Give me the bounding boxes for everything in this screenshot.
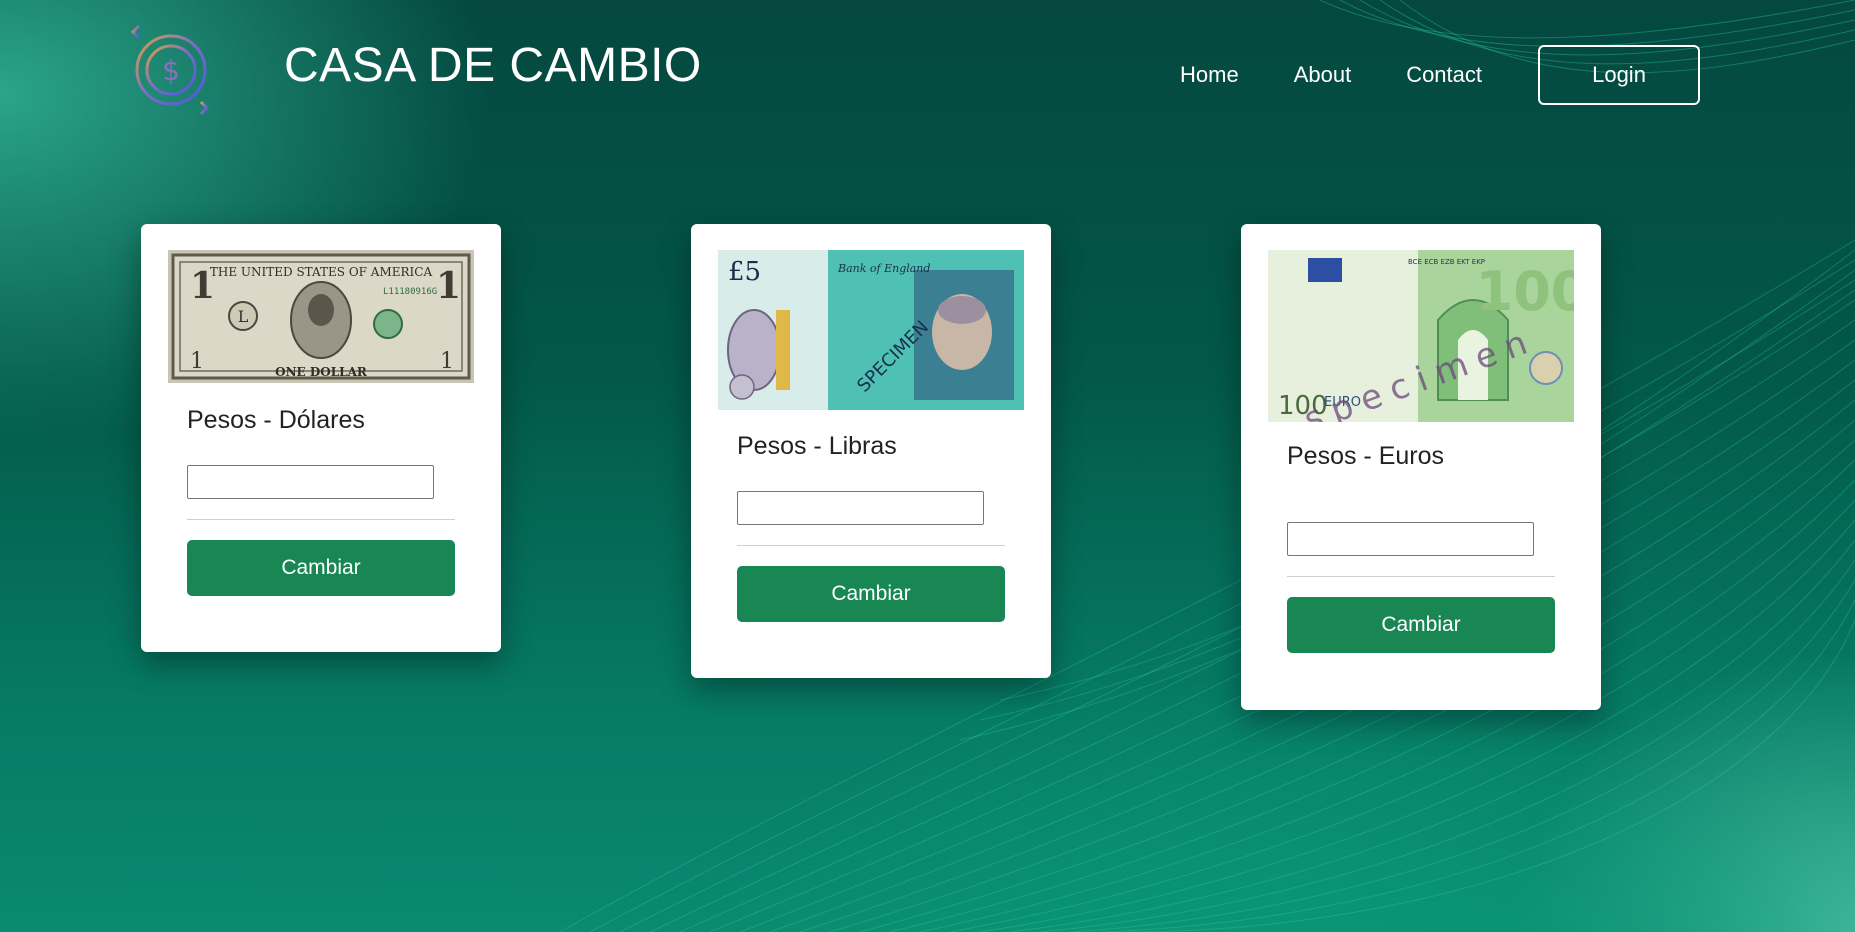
svg-text:L: L	[238, 307, 249, 326]
card-divider	[737, 545, 1005, 546]
euro-note-image: 100 BCE ECB EZB EKT EKP 100 EURO specime…	[1268, 250, 1574, 422]
euro-denomination-large: 100	[1476, 260, 1574, 323]
nav-contact-link[interactable]: Contact	[1406, 62, 1482, 88]
card-divider	[187, 519, 455, 520]
exchange-card-dollars: L 1 1 1 1 THE UNITED STATES OF AMERICA L…	[141, 224, 501, 652]
dollar-bill-bottom-text: ONE DOLLAR	[275, 365, 368, 379]
euro-codes: BCE ECB EZB EKT EKP	[1408, 258, 1485, 266]
pound-issuer: Bank of England	[837, 262, 930, 275]
svg-text:1: 1	[436, 265, 461, 307]
exchange-card-euros: 100 BCE ECB EZB EKT EKP 100 EURO specime…	[1241, 224, 1601, 710]
card-title: Pesos - Libras	[737, 432, 897, 460]
dollar-bill-top-text: THE UNITED STATES OF AMERICA	[210, 265, 433, 279]
site-header: $ CASA DE CAMBIO Home About Contact Logi…	[0, 0, 1855, 150]
svg-text:1: 1	[440, 349, 454, 374]
card-divider	[1287, 576, 1555, 577]
exchange-card-pounds: £5 Bank of England SPECIMEN Pesos - Libr…	[691, 224, 1051, 678]
card-title: Pesos - Dólares	[187, 406, 365, 434]
amount-input-pounds[interactable]	[737, 491, 984, 525]
cambiar-button-euros[interactable]: Cambiar	[1287, 597, 1555, 653]
login-button[interactable]: Login	[1538, 45, 1701, 105]
cambiar-button-dollars[interactable]: Cambiar	[187, 540, 455, 596]
main-nav: Home About Contact Login	[1180, 44, 1701, 106]
dollar-bill-image: L 1 1 1 1 THE UNITED STATES OF AMERICA L…	[168, 250, 474, 383]
dollar-bill-serial: L11180916G	[383, 287, 437, 297]
pound-denomination: £5	[728, 257, 761, 287]
svg-text:$: $	[162, 54, 180, 87]
card-title: Pesos - Euros	[1287, 442, 1445, 470]
amount-input-euros[interactable]	[1287, 522, 1534, 556]
amount-input-dollars[interactable]	[187, 465, 434, 499]
currency-exchange-icon[interactable]: $	[125, 24, 215, 116]
nav-about-link[interactable]: About	[1294, 62, 1352, 88]
svg-text:1: 1	[190, 349, 204, 374]
pound-note-image: £5 Bank of England SPECIMEN	[718, 250, 1024, 410]
site-title: CASA DE CAMBIO	[284, 39, 702, 92]
cambiar-button-pounds[interactable]: Cambiar	[737, 566, 1005, 622]
nav-home-link[interactable]: Home	[1180, 62, 1239, 88]
